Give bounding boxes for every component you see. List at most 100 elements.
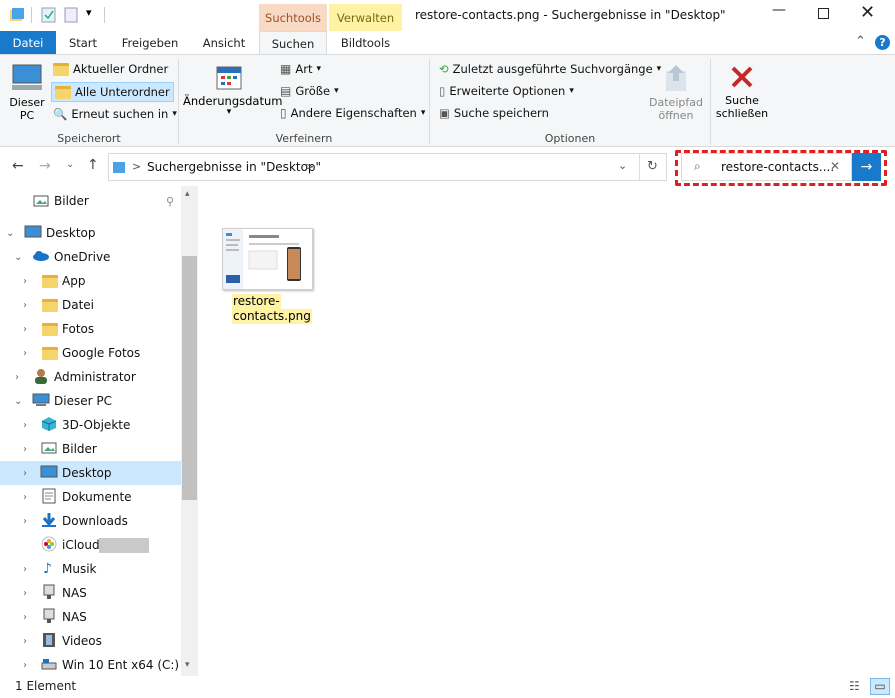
sidebar-item-videos[interactable]: › Videos [0,629,181,653]
sidebar-item-app[interactable]: › App [0,269,181,293]
chevron-right-icon[interactable]: › [23,564,27,575]
chevron-right-icon[interactable]: › [23,612,27,623]
download-icon [41,512,57,531]
search-box[interactable]: ⌕ restore-contacts.... ✕ [681,153,852,181]
close-button[interactable]: ✕ [860,2,875,23]
sidebar-item-administrator[interactable]: › Administrator [0,365,181,389]
suche-speichern-button[interactable]: ▣ Suche speichern [439,106,549,120]
groesse-button[interactable]: ▤ Größe ▾ [280,84,339,98]
chevron-right-icon[interactable]: › [23,516,27,527]
file-list-pane[interactable]: restore- contacts.png [198,186,895,676]
sidebar-item-dokumente[interactable]: › Dokumente [0,485,181,509]
cube-icon [41,416,57,435]
sidebar-item-icloud[interactable]: iCloud [0,533,181,557]
up-arrow-icon[interactable]: ↑ [87,157,99,173]
file-name-line2[interactable]: contacts.png [232,309,312,324]
details-view-icon[interactable]: ☷ [849,679,860,693]
tab-ansicht[interactable]: Ansicht [192,31,256,55]
sidebar-item-onedrive[interactable]: ⌄ OneDrive [0,245,181,269]
expanded-chevron-icon[interactable]: ⌄ [6,228,14,239]
large-icons-view-icon[interactable]: ▭ [870,678,890,695]
dieser-pc-button[interactable]: Dieser PC [6,61,48,122]
sidebar-item-desktop-selected[interactable]: › Desktop [0,461,181,485]
back-arrow-icon[interactable]: ← [12,158,24,174]
status-bar: 1 Element ☷ ▭ [0,676,895,698]
sidebar-item-bilder[interactable]: › Bilder [0,437,181,461]
sidebar-item-nas-2[interactable]: › NAS [0,605,181,629]
erweiterte-optionen-button[interactable]: ▯ Erweiterte Optionen ▾ [439,84,574,98]
chevron-down-icon: ▾ [569,86,574,96]
desktop-icon [24,225,42,242]
sidebar-item-dieser-pc[interactable]: ⌄ Dieser PC [0,389,181,413]
scrollbar-thumb[interactable] [182,256,197,500]
tab-datei[interactable]: Datei [0,31,56,55]
group-label-verfeinern: Verfeinern [275,132,333,145]
folder-icon [42,274,58,288]
search-input[interactable]: restore-contacts.... [721,160,834,174]
sidebar-item-nas-1[interactable]: › NAS [0,581,181,605]
search-go-button[interactable]: → [852,153,881,181]
zuletzt-ausgefuehrte-button[interactable]: ⟲ Zuletzt ausgeführte Suchvorgänge ▾ [439,62,661,76]
search-again-icon: 🔍 [53,107,68,121]
tab-bildtools[interactable]: Bildtools [329,31,402,55]
chevron-right-icon[interactable]: › [23,276,27,287]
refresh-icon[interactable]: ↻ [647,159,658,174]
recent-locations-chevron-icon[interactable]: ⌄ [66,159,74,170]
erneut-suchen-button[interactable]: 🔍 Erneut suchen in ▾ [53,107,177,121]
properties-icon[interactable] [41,7,57,23]
chevron-right-icon[interactable]: › [23,636,27,647]
sidebar-item-google-fotos[interactable]: › Google Fotos [0,341,181,365]
sidebar-item-downloads[interactable]: › Downloads [0,509,181,533]
sidebar-item-drive-c[interactable]: › Win 10 Ent x64 (C:) [0,653,181,677]
sidebar-item-3d-objekte[interactable]: › 3D-Objekte [0,413,181,437]
sidebar-item-musik[interactable]: › ♪ Musik [0,557,181,581]
tab-start[interactable]: Start [58,31,108,55]
sidebar-scrollbar[interactable]: ▴ ▾ [181,186,198,676]
andere-eigenschaften-button[interactable]: ▯ Andere Eigenschaften ▾ [280,106,425,120]
collapse-ribbon-icon[interactable]: ⌃ [855,34,866,49]
forward-arrow-icon[interactable]: → [39,158,51,174]
dateipfad-oeffnen-button[interactable]: Dateipfad öffnen [647,63,705,122]
chevron-down-icon: ▾ [420,108,426,118]
suche-schliessen-button[interactable]: Suche schließen [714,63,770,120]
alle-unterordner-button[interactable]: Alle Unterordner [51,82,174,102]
address-dropdown-icon[interactable]: ⌄ [618,159,627,172]
sidebar-item-bilder-pinned[interactable]: Bilder ⚲ [0,189,181,213]
tab-freigeben[interactable]: Freigeben [110,31,190,55]
sidebar-item-desktop-root[interactable]: ⌄ Desktop [0,221,181,245]
tab-suchen[interactable]: Suchen [259,31,327,56]
sidebar-item-fotos[interactable]: › Fotos [0,317,181,341]
chevron-down-icon: ▾ [172,109,177,119]
chevron-right-icon[interactable]: › [23,660,27,671]
chevron-right-icon[interactable]: › [15,372,19,383]
scroll-down-icon[interactable]: ▾ [185,660,190,670]
subfolders-icon [55,85,71,99]
chevron-right-icon[interactable]: › [23,492,27,503]
sidebar-item-datei[interactable]: › Datei [0,293,181,317]
chevron-right-icon[interactable]: › [23,300,27,311]
chevron-right-icon[interactable]: › [23,468,27,479]
quick-access-dropdown-icon[interactable]: ▾ [86,6,92,19]
file-thumbnail[interactable] [222,228,313,290]
chevron-right-icon[interactable]: › [23,588,27,599]
pin-icon[interactable]: ⚲ [166,195,174,208]
chevron-right-icon[interactable]: › [23,420,27,431]
aktueller-ordner-button[interactable]: Aktueller Ordner [53,62,168,76]
computer-icon [12,64,42,90]
chevron-down-icon: ▾ [334,86,339,96]
address-box[interactable]: > Suchergebnisse in "Desktop" > ⌄ ↻ [108,153,667,181]
art-button[interactable]: ▦ Art ▾ [280,62,321,76]
new-folder-icon[interactable] [64,7,78,23]
maximize-button[interactable] [818,8,829,19]
expanded-chevron-icon[interactable]: ⌄ [14,252,22,263]
scroll-up-icon[interactable]: ▴ [185,189,190,199]
minimize-button[interactable]: — [772,2,786,18]
aenderungsdatum-button[interactable]: Änderungsdatum ▾ [183,63,282,117]
chevron-right-icon[interactable]: › [23,444,27,455]
help-icon[interactable]: ? [875,35,890,50]
chevron-right-icon[interactable]: › [23,324,27,335]
clear-search-icon[interactable]: ✕ [830,159,840,173]
file-name-line1[interactable]: restore- [232,294,281,309]
chevron-right-icon[interactable]: › [23,348,27,359]
expanded-chevron-icon[interactable]: ⌄ [14,396,22,407]
